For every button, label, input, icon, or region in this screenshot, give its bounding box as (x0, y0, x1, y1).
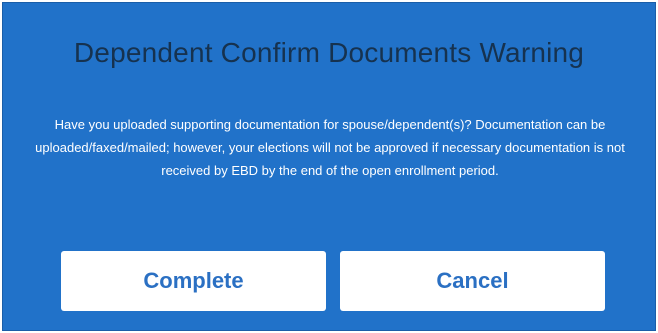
dialog-message: Have you uploaded supporting documentati… (35, 117, 625, 178)
cancel-button[interactable]: Cancel (340, 251, 605, 311)
warning-dialog: Dependent Confirm Documents Warning Have… (2, 2, 656, 331)
complete-button[interactable]: Complete (61, 251, 326, 311)
dialog-title: Dependent Confirm Documents Warning (73, 37, 585, 68)
